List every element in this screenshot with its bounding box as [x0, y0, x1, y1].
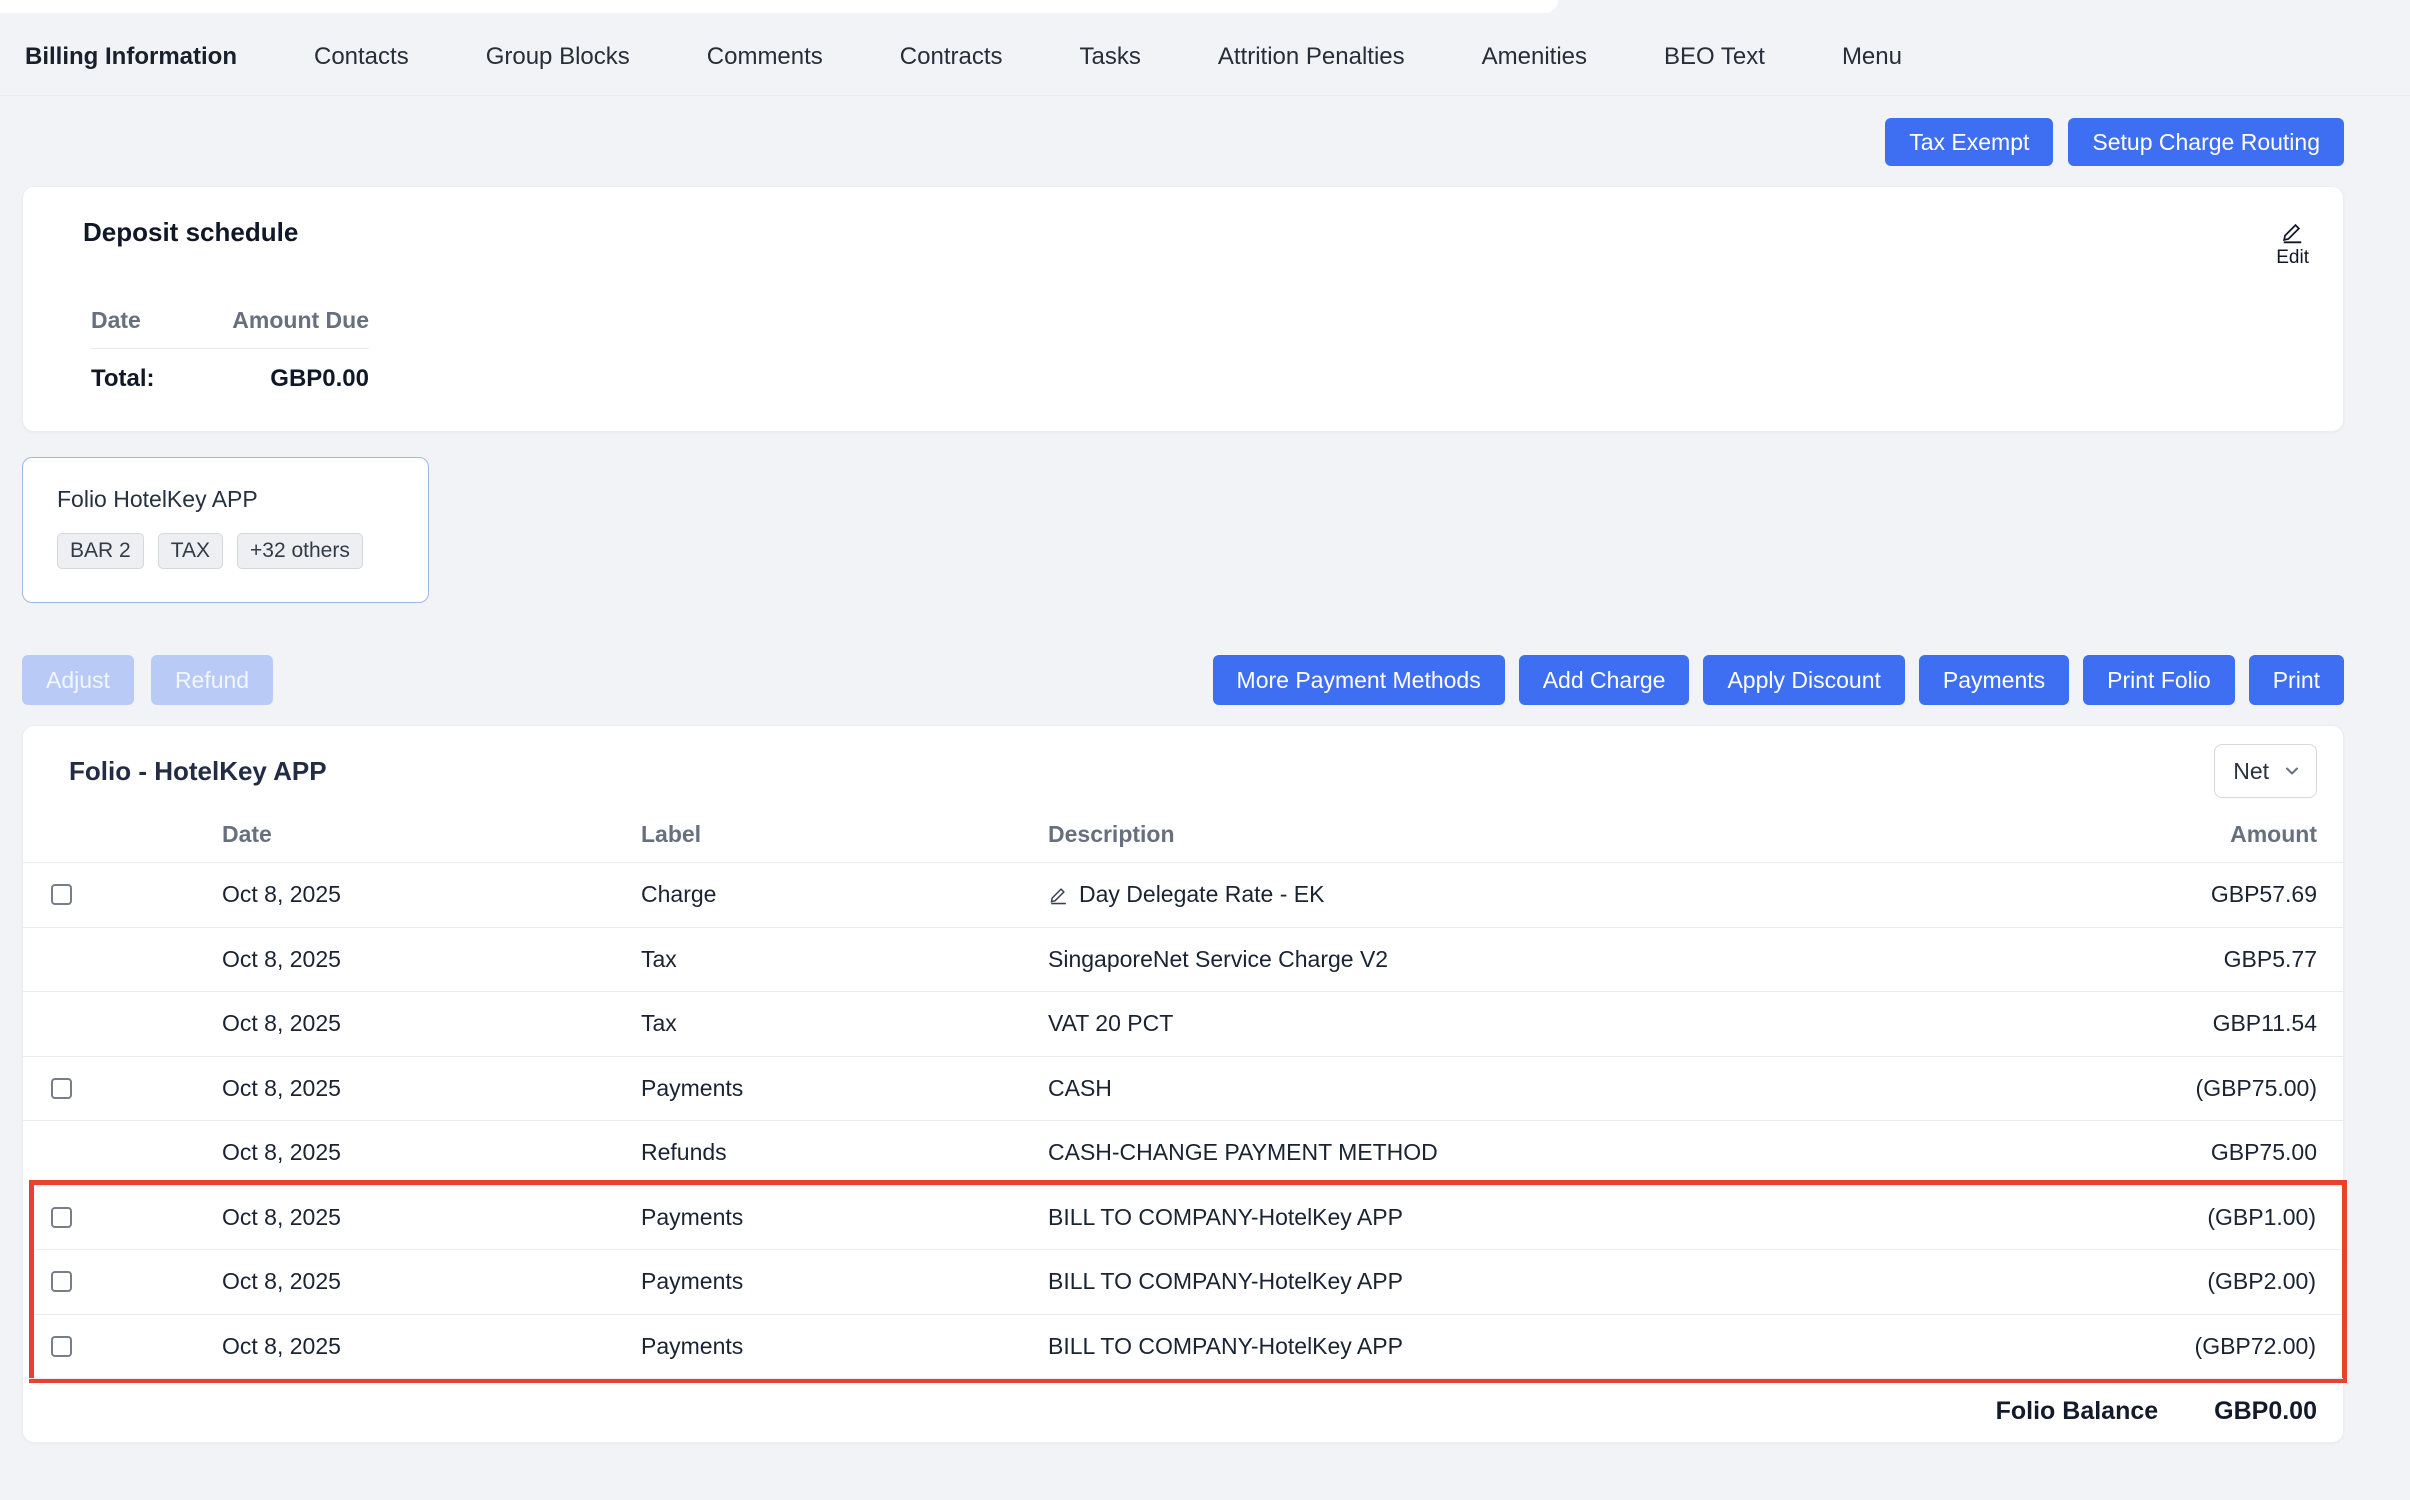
- row-checkbox[interactable]: [51, 1271, 72, 1292]
- tab-attrition-penalties[interactable]: Attrition Penalties: [1218, 43, 1405, 71]
- row-checkbox[interactable]: [51, 1078, 72, 1099]
- folio-chip-others[interactable]: +32 others: [237, 533, 363, 569]
- row-description: SingaporeNet Service Charge V2: [1048, 946, 1388, 973]
- tab-contracts[interactable]: Contracts: [900, 43, 1003, 71]
- table-row: Oct 8, 2025 Payments BILL TO COMPANY-Hot…: [34, 1249, 2342, 1314]
- folio-balance-value: GBP0.00: [2214, 1397, 2317, 1426]
- col-header-date: Date: [222, 821, 641, 848]
- more-payment-methods-button[interactable]: More Payment Methods: [1213, 655, 1505, 705]
- deposit-schedule-table: Date Amount Due Total: GBP0.00: [91, 307, 369, 393]
- row-amount: GBP5.77: [2224, 946, 2343, 973]
- deposit-schedule-card: Deposit schedule Edit Date Amount Due To…: [22, 186, 2344, 432]
- row-description: BILL TO COMPANY-HotelKey APP: [1048, 1268, 1403, 1295]
- row-description: BILL TO COMPANY-HotelKey APP: [1048, 1333, 1403, 1360]
- tab-tasks[interactable]: Tasks: [1080, 43, 1141, 71]
- col-header-description: Description: [1048, 821, 2230, 848]
- folio-title: Folio - HotelKey APP: [69, 756, 327, 787]
- row-checkbox[interactable]: [51, 1207, 72, 1228]
- deposit-total-label: Total:: [91, 365, 199, 393]
- tab-beo-text[interactable]: BEO Text: [1664, 43, 1765, 71]
- row-description: BILL TO COMPANY-HotelKey APP: [1048, 1204, 1403, 1231]
- row-date: Oct 8, 2025: [222, 1333, 641, 1360]
- tab-contacts[interactable]: Contacts: [314, 43, 409, 71]
- tab-group-blocks[interactable]: Group Blocks: [486, 43, 630, 71]
- table-row: Oct 8, 2025 Charge Day Delegate Rate - E…: [23, 862, 2343, 927]
- row-amount: GBP57.69: [2211, 881, 2343, 908]
- edit-pencil-icon: [2280, 219, 2305, 244]
- deposit-edit-label: Edit: [2276, 247, 2309, 269]
- row-date: Oct 8, 2025: [222, 1204, 641, 1231]
- row-date: Oct 8, 2025: [222, 1010, 641, 1037]
- folio-balance-label: Folio Balance: [1996, 1397, 2159, 1426]
- deposit-total-value: GBP0.00: [199, 365, 369, 393]
- apply-discount-button[interactable]: Apply Discount: [1703, 655, 1904, 705]
- deposit-col-amount-due: Amount Due: [199, 307, 369, 334]
- table-row: Oct 8, 2025 Payments BILL TO COMPANY-Hot…: [34, 1185, 2342, 1250]
- row-checkbox[interactable]: [51, 1336, 72, 1357]
- col-header-amount: Amount: [2230, 821, 2343, 848]
- net-dropdown[interactable]: Net: [2214, 744, 2317, 798]
- row-amount: GBP11.54: [2213, 1010, 2343, 1037]
- row-description: VAT 20 PCT: [1048, 1010, 1173, 1037]
- row-label: Tax: [641, 1010, 1048, 1037]
- table-row: Oct 8, 2025 Payments BILL TO COMPANY-Hot…: [34, 1314, 2342, 1379]
- tax-exempt-button[interactable]: Tax Exempt: [1885, 118, 2053, 166]
- previous-card-remnant: [0, 0, 1558, 13]
- folio-footer: Folio Balance GBP0.00: [23, 1378, 2343, 1444]
- print-button[interactable]: Print: [2249, 655, 2344, 705]
- folio-table-header: Date Label Description Amount: [23, 806, 2343, 862]
- row-label: Payments: [641, 1204, 1048, 1231]
- tab-menu[interactable]: Menu: [1842, 43, 1902, 71]
- tab-bar: Billing Information Contacts Group Block…: [0, 13, 2410, 96]
- folio-chip-bar2: BAR 2: [57, 533, 144, 569]
- tab-amenities[interactable]: Amenities: [1482, 43, 1587, 71]
- row-description: Day Delegate Rate - EK: [1079, 881, 1324, 908]
- table-row: Oct 8, 2025 Tax SingaporeNet Service Cha…: [23, 927, 2343, 992]
- billing-actions-row: Tax Exempt Setup Charge Routing: [0, 96, 2410, 166]
- row-amount: (GBP72.00): [2195, 1333, 2342, 1360]
- deposit-edit-button[interactable]: Edit: [2276, 217, 2309, 269]
- row-date: Oct 8, 2025: [222, 1075, 641, 1102]
- row-description: CASH-CHANGE PAYMENT METHOD: [1048, 1139, 1438, 1166]
- add-charge-button[interactable]: Add Charge: [1519, 655, 1690, 705]
- row-amount: GBP75.00: [2211, 1139, 2343, 1166]
- folio-chip-tax: TAX: [158, 533, 223, 569]
- row-amount: (GBP75.00): [2196, 1075, 2343, 1102]
- table-row: Oct 8, 2025 Tax VAT 20 PCT GBP11.54: [23, 991, 2343, 1056]
- deposit-col-date: Date: [91, 307, 199, 334]
- row-label: Payments: [641, 1075, 1048, 1102]
- col-header-label: Label: [641, 821, 1048, 848]
- row-label: Refunds: [641, 1139, 1048, 1166]
- folio-summary-box[interactable]: Folio HotelKey APP BAR 2 TAX +32 others: [22, 457, 429, 603]
- payments-button[interactable]: Payments: [1919, 655, 2069, 705]
- table-row: Oct 8, 2025 Refunds CASH-CHANGE PAYMENT …: [23, 1120, 2343, 1185]
- row-description: CASH: [1048, 1075, 1112, 1102]
- deposit-schedule-title: Deposit schedule: [83, 217, 298, 248]
- folio-card: Folio - HotelKey APP Net Date Label Desc…: [22, 725, 2344, 1443]
- row-date: Oct 8, 2025: [222, 946, 641, 973]
- annotation-highlight-box: Oct 8, 2025 Payments BILL TO COMPANY-Hot…: [29, 1180, 2347, 1384]
- row-date: Oct 8, 2025: [222, 1139, 641, 1166]
- print-folio-button[interactable]: Print Folio: [2083, 655, 2235, 705]
- chevron-down-icon: [2282, 761, 2302, 781]
- row-date: Oct 8, 2025: [222, 881, 641, 908]
- row-label: Tax: [641, 946, 1048, 973]
- row-label: Charge: [641, 881, 1048, 908]
- refund-button[interactable]: Refund: [151, 655, 273, 705]
- folio-summary-title: Folio HotelKey APP: [57, 486, 428, 513]
- net-dropdown-value: Net: [2233, 758, 2269, 785]
- row-date: Oct 8, 2025: [222, 1268, 641, 1295]
- row-label: Payments: [641, 1333, 1048, 1360]
- row-label: Payments: [641, 1268, 1048, 1295]
- row-amount: (GBP2.00): [2207, 1268, 2342, 1295]
- tab-comments[interactable]: Comments: [707, 43, 823, 71]
- tab-billing-information[interactable]: Billing Information: [25, 43, 237, 71]
- adjust-button[interactable]: Adjust: [22, 655, 134, 705]
- table-row: Oct 8, 2025 Payments CASH (GBP75.00): [23, 1056, 2343, 1121]
- row-checkbox[interactable]: [51, 884, 72, 905]
- row-amount: (GBP1.00): [2207, 1204, 2342, 1231]
- folio-toolbar: Adjust Refund More Payment Methods Add C…: [0, 655, 2410, 705]
- edit-description-icon[interactable]: [1048, 884, 1069, 905]
- setup-charge-routing-button[interactable]: Setup Charge Routing: [2068, 118, 2344, 166]
